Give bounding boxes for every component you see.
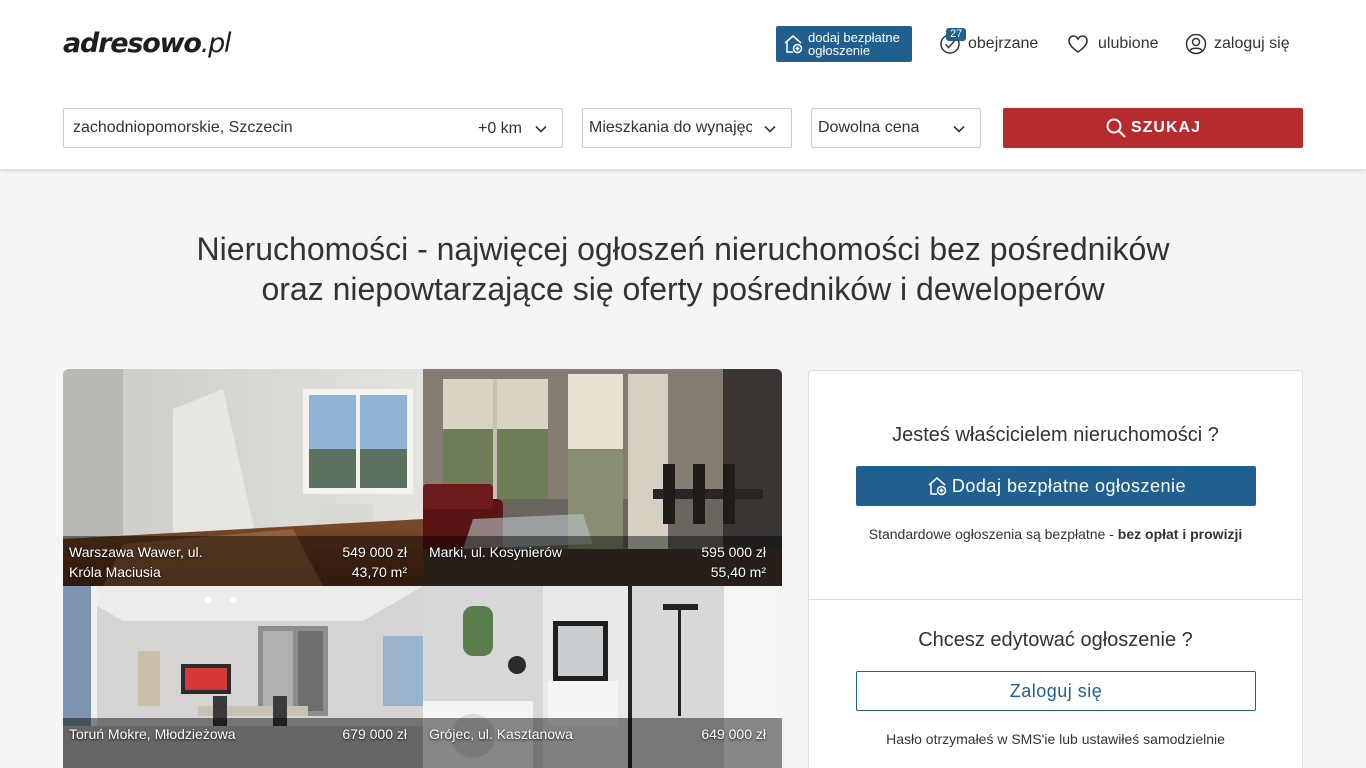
listing-card[interactable]: Warszawa Wawer, ul. Króla Maciusia 549 0…	[63, 369, 423, 586]
nav-viewed-label: obejrzane	[968, 35, 1039, 52]
listing-price-area: 649 000 zł	[701, 724, 766, 744]
house-plus-icon	[784, 35, 803, 54]
free-listing-note-bold: bez opłat i prowizji	[1117, 526, 1243, 542]
listing-price: 595 000 zł	[701, 544, 766, 560]
listing-price: 679 000 zł	[342, 726, 407, 742]
owner-question: Jesteś właścicielem nieruchomości ?	[892, 424, 1219, 446]
price-value: Dowolna cena	[818, 119, 920, 136]
listing-location: Grójec, ul. Kasztanowa	[429, 726, 573, 742]
location-input[interactable]: zachodniopomorskie, Szczecin +0 km	[63, 108, 563, 148]
owner-panel: Jesteś właścicielem nieruchomości ? Doda…	[808, 370, 1303, 768]
add-free-listing-button[interactable]: Dodaj bezpłatne ogłoszenie	[856, 466, 1256, 506]
add-listing-button[interactable]: dodaj bezpłatne ogłoszenie	[776, 26, 912, 62]
nav-viewed[interactable]: 27 obejrzane	[938, 28, 1039, 57]
listing-price: 549 000 zł	[342, 544, 407, 560]
password-note: Hasło otrzymałeś w SMS'ie lub ustawiłeś …	[886, 731, 1225, 747]
add-free-listing-label: Dodaj bezpłatne ogłoszenie	[951, 475, 1187, 496]
listing-area: 55,40 m²	[710, 564, 766, 580]
price-select[interactable]: Dowolna cena	[811, 108, 981, 148]
category-select[interactable]: Mieszkania do wynajęcia	[582, 108, 792, 148]
nav-favorites[interactable]: ulubione	[1066, 31, 1159, 57]
listing-caption: Warszawa Wawer, ul. Króla Maciusia 549 0…	[63, 536, 423, 586]
listing-caption: Marki, ul. Kosynierów 595 000 zł 55,40 m…	[423, 536, 782, 586]
nav-login-label: zaloguj się	[1214, 35, 1290, 52]
listing-location: Toruń Mokre, Młodzieżowa	[69, 726, 236, 742]
hero-heading: Nieruchomości - najwięcej ogłoszeń nieru…	[0, 229, 1366, 309]
site-header: adresowo.pl dodaj bezpłatne ogłoszenie 2…	[0, 0, 1366, 169]
hero-line-1: Nieruchomości - najwięcej ogłoszeń nieru…	[196, 231, 1170, 267]
site-logo[interactable]: adresowo.pl	[63, 28, 231, 59]
listing-price-area: 595 000 zł 55,40 m²	[701, 542, 766, 582]
free-listing-note: Standardowe ogłoszenia są bezpłatne - be…	[868, 526, 1243, 542]
viewed-count-badge: 27	[946, 28, 967, 41]
location-value: zachodniopomorskie, Szczecin	[73, 119, 293, 136]
listing-card[interactable]: Grójec, ul. Kasztanowa 649 000 zł	[423, 586, 782, 768]
chevron-down-icon[interactable]	[534, 122, 548, 136]
edit-question: Chcesz edytować ogłoszenie ?	[918, 629, 1193, 651]
search-icon	[1106, 118, 1126, 138]
house-plus-icon	[928, 477, 947, 496]
hero-line-2: oraz niepowtarzające się oferty pośredni…	[261, 271, 1105, 307]
panel-divider	[809, 599, 1302, 600]
radius-value[interactable]: +0 km	[478, 120, 522, 138]
listing-card[interactable]: Marki, ul. Kosynierów 595 000 zł 55,40 m…	[423, 369, 782, 586]
search-button-label: SZUKAJ	[1130, 119, 1201, 136]
listing-caption: Toruń Mokre, Młodzieżowa 679 000 zł	[63, 718, 423, 768]
listing-caption: Grójec, ul. Kasztanowa 649 000 zł	[423, 718, 782, 768]
listing-price-area: 549 000 zł 43,70 m²	[342, 542, 407, 582]
viewed-icon-wrap: 27	[938, 28, 968, 56]
nav-login[interactable]: zaloguj się	[1184, 31, 1290, 57]
listing-price-area: 679 000 zł	[342, 724, 407, 744]
listing-price: 649 000 zł	[701, 726, 766, 742]
login-button[interactable]: Zaloguj się	[856, 671, 1256, 711]
category-value: Mieszkania do wynajęcia	[589, 119, 752, 136]
user-circle-icon	[1185, 33, 1207, 55]
nav-favorites-label: ulubione	[1098, 35, 1159, 52]
listing-area: 43,70 m²	[351, 564, 407, 580]
listing-location: Warszawa Wawer, ul. Króla Maciusia	[69, 544, 203, 580]
add-listing-label: dodaj bezpłatne ogłoszenie	[808, 30, 900, 58]
listing-location: Marki, ul. Kosynierów	[429, 544, 563, 560]
featured-listings-grid: Warszawa Wawer, ul. Króla Maciusia 549 0…	[63, 369, 782, 768]
heart-icon	[1068, 35, 1088, 53]
search-button[interactable]: SZUKAJ	[1003, 108, 1303, 148]
chevron-down-icon	[764, 125, 776, 133]
listing-card[interactable]: Toruń Mokre, Młodzieżowa 679 000 zł	[63, 586, 423, 768]
chevron-down-icon	[953, 125, 965, 133]
